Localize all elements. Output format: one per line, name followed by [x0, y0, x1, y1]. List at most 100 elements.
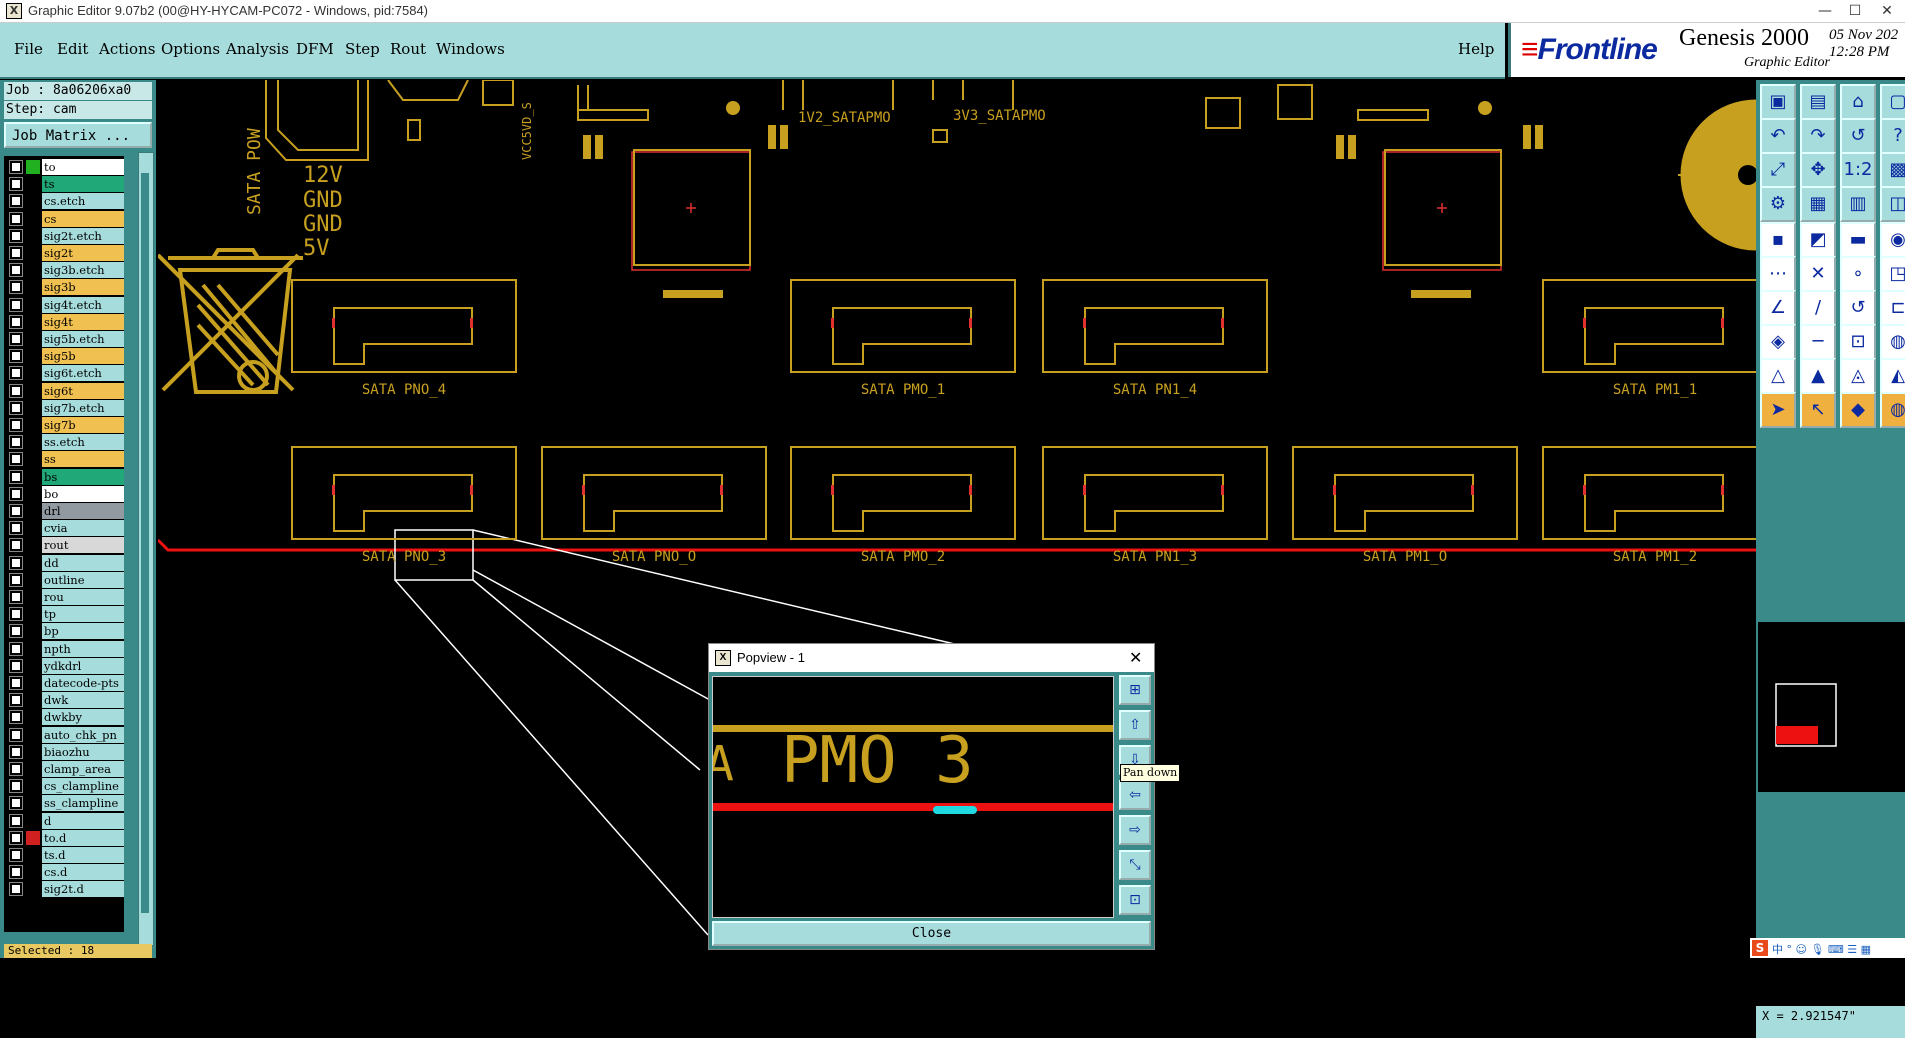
layer-row[interactable]: tp — [6, 605, 124, 623]
layer-row[interactable]: cs.etch — [6, 192, 124, 210]
layer-name[interactable]: ydkdrl — [42, 657, 124, 674]
layer-row[interactable]: to.d — [6, 829, 124, 847]
layer-checkbox[interactable] — [9, 211, 23, 226]
measure-button[interactable]: ◫ — [1880, 186, 1905, 222]
layer-name[interactable]: sig4t.etch — [42, 296, 124, 313]
copy-button[interactable]: ◳ — [1880, 256, 1905, 292]
arc-button[interactable]: ↺ — [1840, 290, 1876, 326]
layer-name[interactable]: sig6t.etch — [42, 365, 124, 382]
menu-file[interactable]: File — [14, 40, 43, 58]
home-button[interactable]: ⌂ — [1840, 84, 1876, 120]
layer-name[interactable]: dwk — [42, 692, 124, 709]
layer-name[interactable]: sig2t — [42, 245, 124, 261]
layer-checkbox[interactable] — [9, 263, 23, 278]
layer-checkbox[interactable] — [9, 366, 23, 381]
window-button[interactable]: ▢ — [1880, 84, 1905, 120]
layer-row[interactable]: to — [6, 158, 124, 176]
layer-checkbox[interactable] — [9, 486, 23, 501]
layer-row[interactable]: sig2t.etch — [6, 227, 124, 245]
edit-line-button[interactable]: / — [1800, 290, 1836, 326]
layer-row[interactable]: sig7b — [6, 416, 124, 434]
layer-checkbox[interactable] — [9, 796, 23, 811]
layer-row[interactable]: sig5b.etch — [6, 330, 124, 348]
layer-row[interactable]: bo — [6, 485, 124, 503]
layer-name[interactable]: tp — [42, 606, 124, 623]
pan-left-button[interactable]: ⇦ — [1119, 780, 1151, 810]
mirror-button[interactable]: ⊏ — [1880, 290, 1905, 326]
layer-checkbox[interactable] — [9, 383, 23, 398]
layer-row[interactable]: sig4t.etch — [6, 296, 124, 314]
layer-row[interactable]: cvia — [6, 519, 124, 537]
layer-checkbox[interactable] — [9, 246, 23, 260]
layer-name[interactable]: cs_clampline — [42, 778, 124, 795]
pan-up-button[interactable]: ⇧ — [1119, 710, 1151, 740]
layer-name[interactable]: rout — [42, 537, 124, 554]
layer-checkbox[interactable] — [9, 349, 23, 364]
layer-name[interactable]: ts.d — [42, 847, 124, 863]
layer-checkbox[interactable] — [9, 469, 23, 484]
layer-name[interactable]: to.d — [42, 829, 124, 846]
layer-name[interactable]: ss.etch — [42, 434, 124, 451]
open-job-button[interactable]: ▣ — [1760, 84, 1796, 120]
add-button[interactable]: ∘ — [1840, 256, 1876, 292]
layer-row[interactable]: cs.d — [6, 863, 124, 881]
layer-row[interactable]: sig5b — [6, 347, 124, 365]
layer-row[interactable]: bs — [6, 468, 124, 486]
grid-button[interactable]: ▦ — [1800, 186, 1836, 222]
layer-name[interactable]: cs.etch — [42, 193, 124, 210]
layer-checkbox[interactable] — [9, 504, 23, 518]
layer-checkbox[interactable] — [9, 555, 23, 570]
menu-options[interactable]: Options — [161, 40, 220, 58]
layer-name[interactable]: clamp_area — [42, 761, 124, 777]
layer-checkbox[interactable] — [9, 693, 23, 708]
layer-checkbox[interactable] — [9, 882, 23, 897]
layer-row[interactable]: sig2t — [6, 244, 124, 262]
layer-row[interactable]: sig3b — [6, 278, 124, 296]
pad-button[interactable]: ◉ — [1880, 222, 1905, 258]
layer-name[interactable]: sig6t — [42, 382, 124, 399]
layer-name[interactable]: d — [42, 812, 124, 829]
layer-row[interactable]: sig3b.etch — [6, 261, 124, 279]
group-button[interactable]: ◍ — [1880, 324, 1905, 360]
layer-checkbox[interactable] — [9, 297, 23, 312]
layer-name[interactable]: rou — [42, 589, 124, 605]
cut-button[interactable]: ─ — [1800, 324, 1836, 360]
layer-row[interactable]: npth — [6, 640, 124, 658]
layer-row[interactable]: auto_chk_pn — [6, 726, 124, 744]
layer-name[interactable]: sig3b.etch — [42, 262, 124, 279]
lasso-button[interactable]: ◆ — [1840, 392, 1876, 428]
layer-name[interactable]: dwkby — [42, 709, 124, 726]
close-window-button[interactable]: ✕ — [1872, 1, 1902, 21]
menu-rout[interactable]: Rout — [390, 40, 426, 58]
triangle-button[interactable]: △ — [1760, 358, 1796, 394]
layer-name[interactable]: sig7b — [42, 417, 124, 433]
lock-button[interactable]: ◈ — [1760, 324, 1796, 360]
layer-name[interactable]: sig3b — [42, 279, 124, 296]
menu-windows[interactable]: Windows — [436, 40, 505, 58]
layer-name[interactable]: auto_chk_pn — [42, 726, 124, 743]
layer-checkbox[interactable] — [9, 779, 23, 794]
overview-map[interactable] — [1756, 620, 1905, 794]
scrollbar-thumb[interactable] — [141, 173, 149, 913]
line-button[interactable]: ▬ — [1840, 222, 1876, 258]
layer-button[interactable]: ▥ — [1840, 186, 1876, 222]
minimize-button[interactable]: — — [1810, 1, 1840, 21]
ime-toolbar[interactable]: S 中 ° ☺ 🎙 ⌨ ☰ ▦ — [1750, 938, 1905, 958]
layer-checkbox[interactable] — [9, 830, 23, 845]
menu-step[interactable]: Step — [345, 40, 380, 58]
layer-row[interactable]: biaozhu — [6, 743, 124, 761]
layer-checkbox[interactable] — [9, 727, 23, 742]
select-arrow-button[interactable]: ↖ — [1800, 392, 1836, 428]
menu-help[interactable]: Help — [1458, 40, 1494, 58]
layer-row[interactable]: d — [6, 812, 124, 830]
shape-b-button[interactable]: ◬ — [1840, 358, 1876, 394]
delete-button[interactable]: ✕ — [1800, 256, 1836, 292]
layer-row[interactable]: ts — [6, 175, 124, 193]
layer-name[interactable]: datecode-pts — [42, 675, 124, 691]
scale-button[interactable]: 1:2 — [1840, 152, 1876, 188]
layer-row[interactable]: datecode-pts — [6, 674, 124, 692]
layer-row[interactable]: cs — [6, 210, 124, 228]
layer-name[interactable]: ts — [42, 176, 124, 193]
layer-checkbox[interactable] — [9, 572, 23, 587]
layer-checkbox[interactable] — [9, 228, 23, 243]
